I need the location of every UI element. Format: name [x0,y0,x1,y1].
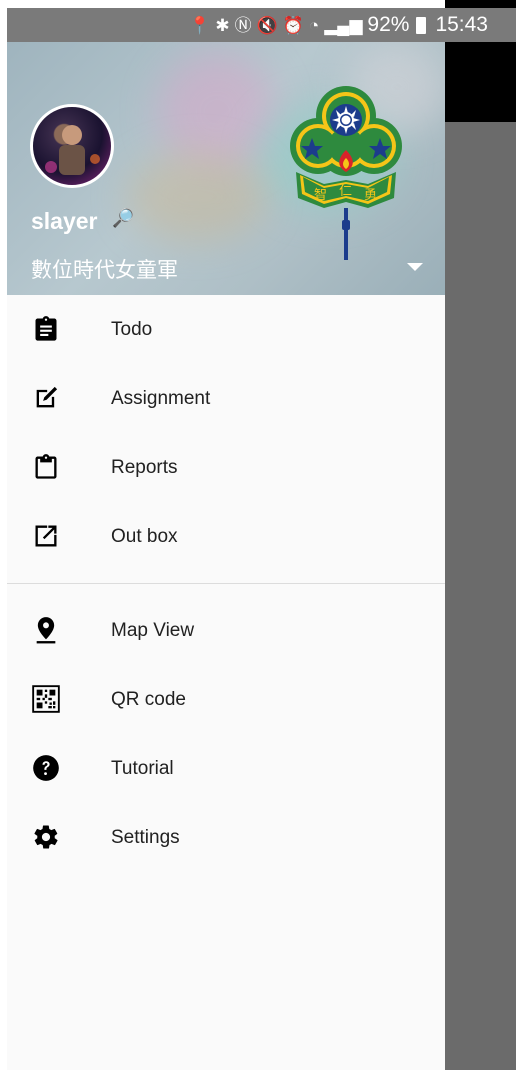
qr-code-icon [32,685,60,713]
wifi-icon: ◔ [308,15,320,35]
menu-label-assignment: Assignment [111,388,211,409]
menu-item-reports[interactable]: Reports [7,433,445,502]
navigation-drawer: slayer 🔎 數位時代女童軍 智 仁 勇 Todo Assignment R… [7,42,445,1070]
menu-divider [7,583,445,584]
menu-label-outbox: Out box [111,526,178,547]
map-pin-icon [36,617,56,644]
menu-label-map-view: Map View [111,620,195,641]
menu-label-settings: Settings [111,827,180,848]
magnifier-icon: 🔎 [112,208,135,228]
clipboard-list-icon [35,316,57,341]
bluetooth-icon: ✱ [215,15,230,35]
menu-item-outbox[interactable]: Out box [7,502,445,571]
logo-char-1: 智 [314,188,327,203]
open-in-new-icon [35,525,57,547]
drawer-scrim[interactable] [445,122,516,1070]
battery-icon [416,16,427,34]
menu-item-assignment[interactable]: Assignment [7,364,445,433]
organization-name: 數位時代女童軍 [31,259,178,282]
menu-label-tutorial: Tutorial [111,758,174,779]
help-circle-icon [33,755,59,781]
avatar-photo [45,125,100,175]
status-bar: 📍 ✱ Ⓝ 🔇 ⏰ ◔ ▂▄▆ 92% 15:43 [7,8,516,42]
clipboard-icon [35,454,57,479]
menu-item-settings[interactable]: Settings [7,803,445,872]
logo-char-3: 勇 [364,188,377,203]
menu-label-reports: Reports [111,457,178,478]
location-icon: 📍 [189,15,211,35]
menu-item-qr-code[interactable]: QR code [7,665,445,734]
edit-square-icon [36,386,58,408]
menu-label-todo: Todo [111,319,153,340]
avatar[interactable] [30,104,114,188]
username: slayer [31,208,98,234]
gear-icon [34,825,58,849]
signal-icon: ▂▄▆ [324,15,363,35]
account-dropdown-icon[interactable] [407,263,423,271]
drawer-menu: Todo Assignment Reports Out box Map View… [7,295,445,872]
mute-icon: 🔇 [256,15,278,35]
menu-item-map-view[interactable]: Map View [7,596,445,665]
girl-scouts-logo: 智 仁 勇 [290,86,402,260]
alarm-icon: ⏰ [282,15,304,35]
menu-item-tutorial[interactable]: Tutorial [7,734,445,803]
logo-char-2: 仁 [339,184,352,199]
menu-item-todo[interactable]: Todo [7,295,445,364]
nfc-icon: Ⓝ [234,15,252,35]
menu-label-qr-code: QR code [111,689,186,710]
drawer-header[interactable]: slayer 🔎 數位時代女童軍 智 仁 勇 [7,42,445,295]
clock: 15:43 [435,13,488,36]
battery-percent: 92% [367,13,410,36]
